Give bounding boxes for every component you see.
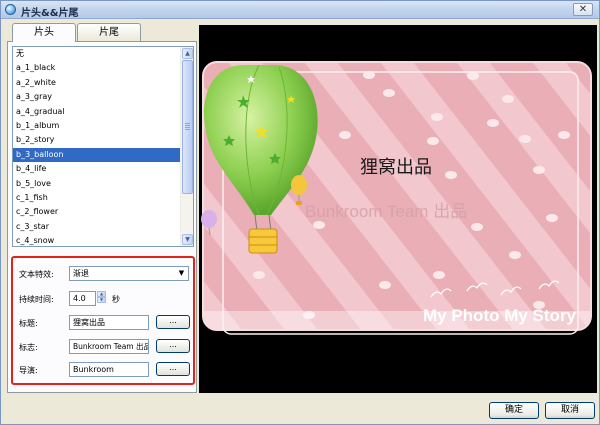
list-item[interactable]: a_3_gray	[13, 90, 193, 104]
list-item[interactable]: a_4_gradual	[13, 105, 193, 119]
logo-browse-button[interactable]: ...	[156, 339, 190, 353]
window-title: 片头&&片尾	[21, 8, 79, 19]
ok-button[interactable]: 确定	[489, 402, 539, 419]
text-effect-dropdown[interactable]: 渐退 ▼	[69, 266, 189, 281]
duration-unit: 秒	[112, 295, 120, 304]
dialog-window: 片头&&片尾 ✕ 片头 片尾 无 a_1_black a_2_white a_3_gr…	[0, 0, 600, 425]
duration-stepper[interactable]: ▲ ▼	[97, 291, 106, 304]
list-item[interactable]: b_3_balloon	[13, 147, 193, 163]
preview-title-text: 狸窝出品	[360, 157, 432, 178]
title-input[interactable]: 狸窝出品	[69, 315, 149, 330]
settings-group: 文本特效: 渐退 ▼ 持续时间: 4.0 ▲ ▼ 秒 标题: 狸窝出品 ... …	[11, 256, 195, 385]
tab-ending[interactable]: 片尾	[77, 23, 141, 41]
title-label: 标题:	[19, 319, 38, 328]
director-label: 导演:	[19, 366, 38, 375]
left-panel: 无 a_1_black a_2_white a_3_gray a_4_gradual b_…	[7, 41, 197, 393]
scroll-up-arrow-icon[interactable]: ▲	[182, 48, 193, 59]
stepper-down-icon[interactable]: ▼	[97, 297, 106, 303]
scroll-thumb[interactable]	[182, 60, 193, 194]
grip-icon	[185, 123, 190, 130]
app-icon	[5, 4, 16, 15]
list-item[interactable]: 无	[13, 47, 193, 61]
list-item[interactable]: a_2_white	[13, 76, 193, 90]
director-input[interactable]: Bunkroom	[69, 362, 149, 377]
logo-input[interactable]: Bunkroom Team 出品	[69, 339, 149, 354]
list-item[interactable]: c_4_snow	[13, 234, 193, 246]
preview-caption-text: My Photo My Story	[423, 306, 577, 325]
template-list[interactable]: 无 a_1_black a_2_white a_3_gray a_4_gradual b_…	[12, 46, 194, 247]
title-bar: 片头&&片尾 ✕	[1, 1, 599, 19]
chevron-down-icon[interactable]: ▼	[177, 268, 186, 279]
list-item[interactable]: c_2_flower	[13, 205, 193, 219]
duration-label: 持续时间:	[19, 295, 54, 304]
list-scrollbar[interactable]: ▲ ▼	[180, 47, 193, 246]
list-item[interactable]: c_1_fish	[13, 191, 193, 205]
duration-input[interactable]: 4.0	[69, 291, 96, 306]
title-browse-button[interactable]: ...	[156, 315, 190, 329]
list-item[interactable]: b_5_love	[13, 177, 193, 191]
list-item[interactable]: b_1_album	[13, 119, 193, 133]
director-browse-button[interactable]: ...	[156, 362, 190, 376]
preview-logo-text: Bunkroom Team 出品	[305, 202, 467, 221]
list-item[interactable]: c_3_star	[13, 220, 193, 234]
tab-opening[interactable]: 片头	[12, 23, 76, 42]
scroll-down-arrow-icon[interactable]: ▼	[182, 234, 193, 245]
text-effect-value: 渐退	[73, 269, 89, 278]
list-item[interactable]: a_1_black	[13, 61, 193, 75]
cancel-button[interactable]: 取消	[545, 402, 595, 419]
preview-pane: 狸窝出品 Bunkroom Team 出品 My Photo My Story	[199, 25, 597, 393]
logo-label: 标志:	[19, 343, 38, 352]
close-button[interactable]: ✕	[573, 3, 593, 16]
text-effect-label: 文本特效:	[19, 270, 54, 279]
list-item[interactable]: b_2_story	[13, 133, 193, 147]
preview-image: 狸窝出品 Bunkroom Team 出品 My Photo My Story	[201, 61, 592, 335]
list-item[interactable]: b_4_life	[13, 162, 193, 176]
